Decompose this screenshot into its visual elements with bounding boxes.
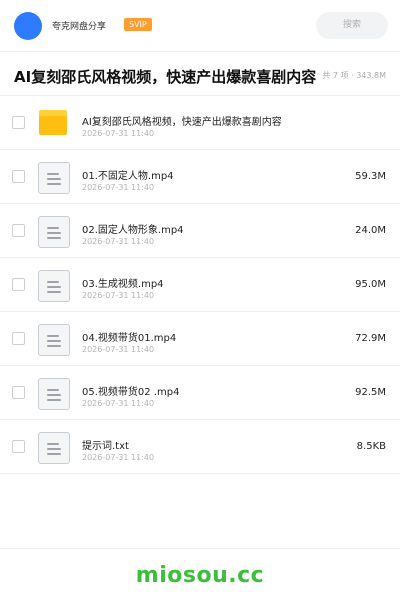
select-checkbox[interactable] <box>12 332 25 345</box>
file-size: 59.3M <box>355 171 386 182</box>
file-date: 2026-07-31 11:40 <box>82 237 155 246</box>
file-name[interactable]: 03.生成视频.mp4 <box>82 275 164 290</box>
list-item[interactable]: 02.固定人物形象.mp4 2026-07-31 11:40 24.0M <box>0 204 400 258</box>
search-input[interactable]: 搜索 <box>316 12 388 39</box>
document-icon <box>38 432 70 464</box>
share-owner-name: 夸克网盘分享 <box>52 22 107 32</box>
file-size: 24.0M <box>355 225 386 236</box>
footer: miosou.cc <box>0 548 400 600</box>
avatar[interactable] <box>14 12 42 40</box>
list-item[interactable]: 04.视频带货01.mp4 2026-07-31 11:40 72.9M <box>0 312 400 366</box>
file-name[interactable]: 04.视频带货01.mp4 <box>82 329 176 344</box>
document-icon <box>38 216 70 248</box>
site-watermark: miosou.cc <box>135 563 265 588</box>
document-icon <box>38 162 70 194</box>
file-size: 8.5KB <box>356 441 386 452</box>
list-item[interactable]: AI复刻邵氏风格视频，快速产出爆款喜剧内容 2026-07-31 11:40 <box>0 96 400 150</box>
file-date: 2026-07-31 11:40 <box>82 129 155 138</box>
select-checkbox[interactable] <box>12 278 25 291</box>
select-checkbox[interactable] <box>12 440 25 453</box>
file-size: 95.0M <box>355 279 386 290</box>
list-item[interactable]: 05.视频带货02 .mp4 2026-07-31 11:40 92.5M <box>0 366 400 420</box>
document-icon <box>38 324 70 356</box>
file-name[interactable]: 提示词.txt <box>82 437 129 452</box>
file-size: 92.5M <box>355 387 386 398</box>
select-checkbox[interactable] <box>12 116 25 129</box>
top-bar: 夸克网盘分享 SVIP 搜索 <box>0 0 400 52</box>
list-item[interactable]: 01.不固定人物.mp4 2026-07-31 11:40 59.3M <box>0 150 400 204</box>
svip-badge: SVIP <box>124 18 152 31</box>
file-name[interactable]: 01.不固定人物.mp4 <box>82 167 174 182</box>
file-date: 2026-07-31 11:40 <box>82 453 155 462</box>
file-date: 2026-07-31 11:40 <box>82 291 155 300</box>
document-icon <box>38 270 70 302</box>
select-checkbox[interactable] <box>12 170 25 183</box>
list-item[interactable]: 提示词.txt 2026-07-31 11:40 8.5KB <box>0 420 400 474</box>
file-name[interactable]: 02.固定人物形象.mp4 <box>82 221 184 236</box>
file-date: 2026-07-31 11:40 <box>82 183 155 192</box>
file-list: AI复刻邵氏风格视频，快速产出爆款喜剧内容 2026-07-31 11:40 0… <box>0 96 400 474</box>
list-item[interactable]: 03.生成视频.mp4 2026-07-31 11:40 95.0M <box>0 258 400 312</box>
file-size: 72.9M <box>355 333 386 344</box>
file-name[interactable]: 05.视频带货02 .mp4 <box>82 383 179 398</box>
file-name[interactable]: AI复刻邵氏风格视频，快速产出爆款喜剧内容 <box>82 113 282 128</box>
select-checkbox[interactable] <box>12 224 25 237</box>
document-icon <box>38 378 70 410</box>
select-checkbox[interactable] <box>12 386 25 399</box>
file-date: 2026-07-31 11:40 <box>82 345 155 354</box>
folder-header: AI复刻邵氏风格视频，快速产出爆款喜剧内容 共 7 项 · 343.8M <box>0 52 400 96</box>
page-title: AI复刻邵氏风格视频，快速产出爆款喜剧内容 <box>14 68 317 86</box>
folder-icon <box>38 108 70 140</box>
file-date: 2026-07-31 11:40 <box>82 399 155 408</box>
folder-summary: 共 7 项 · 343.8M <box>322 71 386 80</box>
